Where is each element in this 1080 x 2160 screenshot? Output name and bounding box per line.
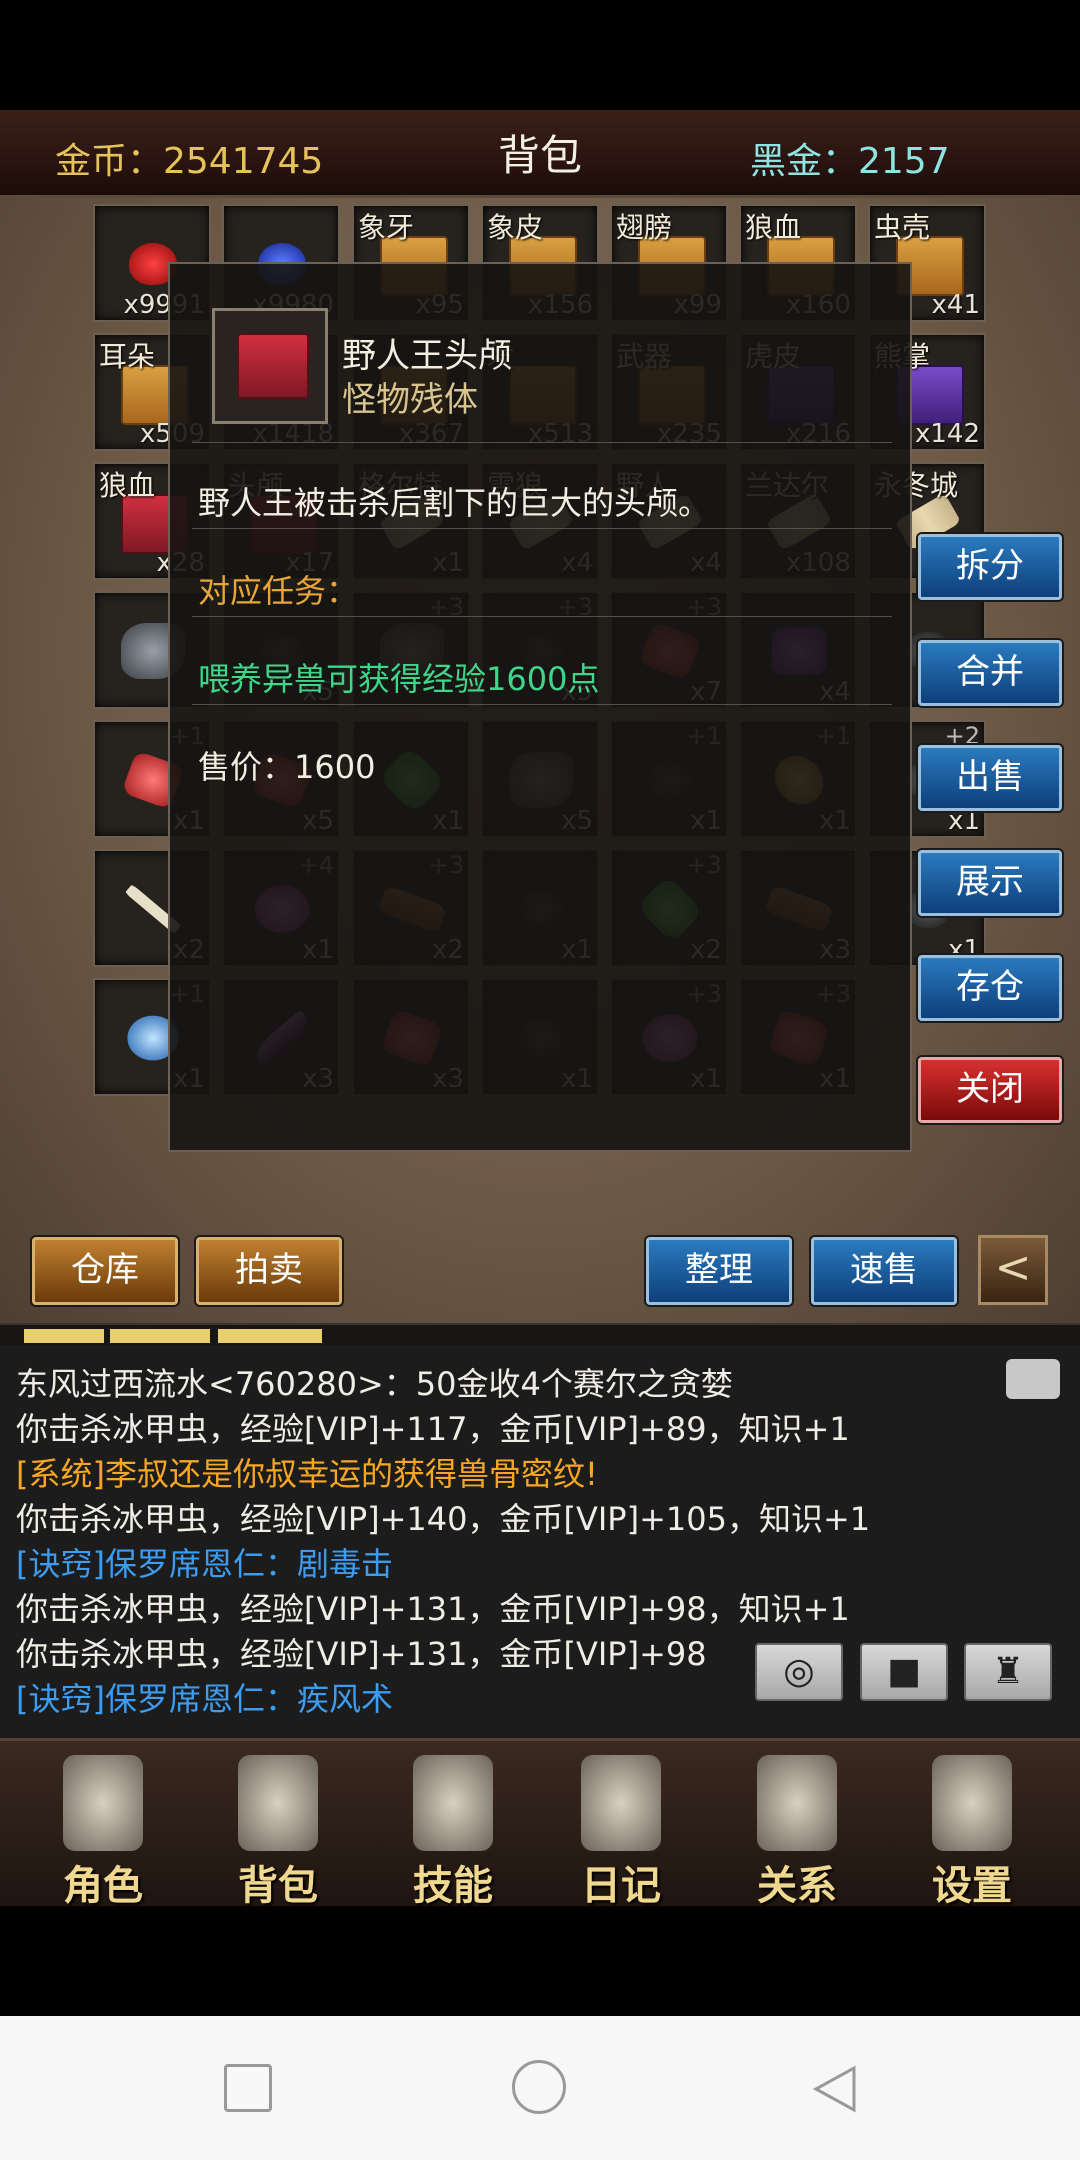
close-button[interactable]: 关闭 [918, 1057, 1062, 1123]
exp-segment [218, 1329, 322, 1343]
back-icon[interactable] [810, 2064, 858, 2113]
gold-counter: 金币：2541745 [55, 141, 324, 182]
helmet-icon [63, 1755, 143, 1851]
crate-icon [237, 333, 309, 399]
item-name: 野人王头颅 [342, 336, 512, 376]
screen-band [0, 1906, 1080, 2016]
system-nav [0, 2016, 1080, 2160]
item-label: 耳朵 [99, 340, 156, 373]
chat-message: 你击杀冰甲虫，经验[VIP]+131，金币[VIP]+98 [16, 1635, 707, 1673]
quick-sell-button[interactable]: 速售 [811, 1237, 957, 1305]
split-button[interactable]: 拆分 [918, 534, 1062, 600]
store-button[interactable]: 存仓 [918, 955, 1062, 1021]
nav-item[interactable]: 日记 [546, 1741, 696, 1909]
merge-button[interactable]: 合并 [918, 640, 1062, 706]
scroll-icon [581, 1755, 661, 1851]
black-gold-counter: 黑金：2157 [750, 141, 950, 182]
item-count: x41 [931, 290, 980, 320]
nav-item[interactable]: 背包 [203, 1741, 353, 1909]
chat-message: 你击杀冰甲虫，经验[VIP]+140，金币[VIP]+105，知识+1 [16, 1500, 871, 1538]
page-title: 背包 [497, 131, 582, 180]
item-label: 象皮 [487, 211, 544, 244]
divider [192, 528, 892, 529]
item-category: 怪物残体 [342, 380, 478, 420]
nav-item[interactable]: 设置 [897, 1741, 1047, 1909]
item-count: x142 [914, 419, 980, 449]
recent-apps-icon[interactable] [224, 2064, 272, 2112]
trophy-icon[interactable]: ♜ [964, 1643, 1052, 1701]
exp-bar [0, 1323, 1080, 1347]
chat-message: 东风过西流水<760280>：50金收4个赛尔之贪婪 [16, 1365, 733, 1403]
chat-message: [系统]李叔还是你叔幸运的获得兽骨密纹! [16, 1455, 598, 1493]
skill-book-icon [413, 1755, 493, 1851]
nav-label: 设置 [932, 1863, 1012, 1909]
divider [192, 704, 892, 705]
chat-message: [诀窍]保罗席恩仁：疾风术 [16, 1680, 393, 1718]
price-text: 售价：1600 [198, 748, 376, 786]
chat-bubble-icon[interactable] [1006, 1359, 1060, 1399]
exp-segment [24, 1329, 104, 1343]
handshake-icon [757, 1755, 837, 1851]
nav-item[interactable]: 角色 [28, 1741, 178, 1909]
status-bar [0, 0, 1080, 110]
nav-item[interactable]: 技能 [378, 1741, 528, 1909]
home-icon[interactable] [512, 2060, 566, 2114]
gear-icon [932, 1755, 1012, 1851]
divider [192, 442, 892, 443]
header-bar: 金币：2541745 背包 黑金：2157 [0, 110, 1080, 198]
auction-button[interactable]: 拍卖 [196, 1237, 342, 1305]
chat-message: 你击杀冰甲虫，经验[VIP]+131，金币[VIP]+98，知识+1 [16, 1590, 850, 1628]
item-description: 野人王被击杀后割下的巨大的头颅。 [198, 484, 711, 522]
quest-label: 对应任务： [198, 572, 359, 610]
collapse-button[interactable]: < [978, 1235, 1048, 1305]
stop-icon[interactable]: ■ [860, 1643, 948, 1701]
item-label: 翅膀 [616, 211, 673, 244]
exp-text: 喂养异兽可获得经验1600点 [198, 660, 600, 698]
show-button[interactable]: 展示 [918, 850, 1062, 916]
warehouse-button[interactable]: 仓库 [32, 1237, 178, 1305]
divider [192, 616, 892, 617]
nav-label: 背包 [238, 1863, 318, 1909]
chat-message: [诀窍]保罗席恩仁：剧毒击 [16, 1545, 393, 1583]
nav-label: 关系 [757, 1863, 837, 1909]
nav-label: 角色 [63, 1863, 143, 1909]
exp-segment [110, 1329, 210, 1343]
nav-item[interactable]: 关系 [722, 1741, 872, 1909]
sell-button[interactable]: 出售 [918, 745, 1062, 811]
bottom-nav: 角色 背包 技能 日记 关系 设置 [0, 1738, 1080, 1909]
item-label: 狼血 [99, 469, 156, 502]
chat-message: 你击杀冰甲虫，经验[VIP]+117，金币[VIP]+89，知识+1 [16, 1410, 850, 1448]
item-icon [212, 308, 328, 424]
item-label: 象牙 [358, 211, 415, 244]
compass-icon[interactable]: ◎ [755, 1643, 843, 1701]
item-tooltip: 野人王头颅 怪物残体 野人王被击杀后割下的巨大的头颅。 对应任务： 喂养异兽可获… [168, 262, 912, 1152]
nav-label: 日记 [581, 1863, 661, 1909]
sort-button[interactable]: 整理 [646, 1237, 792, 1305]
item-label: 狼血 [745, 211, 802, 244]
nav-label: 技能 [413, 1863, 493, 1909]
chat-log[interactable]: ◎ ■ ♜ 东风过西流水<760280>：50金收4个赛尔之贪婪 你击杀冰甲虫，经… [0, 1345, 1080, 1738]
item-label: 虫壳 [874, 211, 931, 244]
backpack-icon [238, 1755, 318, 1851]
